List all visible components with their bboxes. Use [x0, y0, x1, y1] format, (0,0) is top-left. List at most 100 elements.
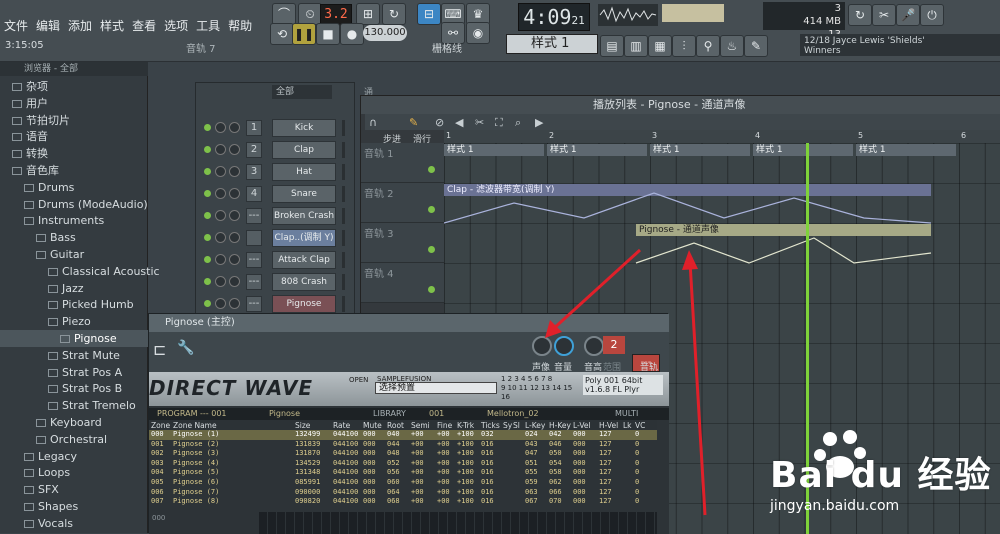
news-panel[interactable]: 12/18 Jayce Lewis 'Shields' Winners — [800, 34, 1000, 56]
column-header[interactable]: Root — [387, 421, 404, 430]
browser-item[interactable]: Drums — [0, 179, 148, 196]
channel-volume-knob[interactable] — [229, 254, 240, 265]
column-header[interactable]: Sl — [513, 421, 520, 430]
magnet-icon[interactable]: ∩ — [369, 116, 377, 129]
column-header[interactable]: Ticks — [481, 421, 500, 430]
channel-select-bar[interactable] — [342, 296, 345, 312]
pattern-selector[interactable]: 样式 1 — [506, 34, 598, 54]
channel-mixer-track[interactable]: 3 — [246, 164, 262, 180]
snap-icon[interactable]: ⊟ — [417, 3, 441, 25]
channel-select-bar[interactable] — [342, 274, 345, 290]
power-icon[interactable]: ⏻ — [920, 4, 944, 26]
browser-item[interactable]: 节拍切片 — [0, 112, 148, 129]
browser-item[interactable]: Strat Tremelo — [0, 397, 148, 414]
zone-row[interactable]: 006 Pignose (7) 090000 044100 000 064 +00 +00 +1… — [149, 488, 657, 498]
track-header[interactable]: 音轨 1 — [361, 143, 444, 183]
channel-pan-knob[interactable] — [215, 298, 226, 309]
channel-mixer-track[interactable]: --- — [246, 208, 262, 224]
zone-row[interactable]: 004 Pignose (5) 131348 044100 000 056 +00 +00 +1… — [149, 468, 657, 478]
menu-help[interactable]: 帮助 — [224, 16, 256, 36]
browser-item[interactable]: Pignose — [0, 330, 148, 347]
menu-options[interactable]: 选项 — [160, 16, 192, 36]
channel-select-bar[interactable] — [342, 230, 345, 246]
track-led[interactable] — [428, 206, 435, 213]
browser-item[interactable]: Guitar — [0, 246, 148, 263]
column-header[interactable]: Fine — [437, 421, 452, 430]
channel-volume-knob[interactable] — [229, 210, 240, 221]
metronome-icon[interactable]: ⌒ — [272, 3, 296, 25]
browser-item[interactable]: 用户 — [0, 95, 148, 112]
column-header[interactable]: L-Key — [525, 421, 545, 430]
erase-icon[interactable]: ⊘ — [435, 116, 444, 129]
channel-volume-knob[interactable] — [229, 298, 240, 309]
track-header[interactable]: 音轨 4 — [361, 263, 444, 303]
column-header[interactable]: Zone Name — [173, 421, 217, 430]
mute-icon[interactable]: ◀ — [455, 116, 463, 129]
track-header[interactable]: 音轨 3 — [361, 223, 444, 263]
wrench-icon[interactable]: 🔧 — [177, 340, 194, 356]
pencil-icon[interactable]: ✎ — [409, 116, 418, 129]
browser-item[interactable]: Vocals — [0, 515, 148, 532]
refresh-icon[interactable]: ↻ — [848, 4, 872, 26]
channel-led[interactable] — [204, 146, 211, 153]
channel-name-button[interactable]: Attack Clap 10 — [272, 251, 336, 269]
channel-name-button[interactable]: Broken Crash — [272, 207, 336, 225]
column-header[interactable]: H-Vel — [599, 421, 618, 430]
channel-mixer-track[interactable]: 1 — [246, 120, 262, 136]
stop-button[interactable]: ■ — [316, 23, 340, 45]
channel-row[interactable]: 4 Snare — [200, 183, 350, 205]
keyboard-strip[interactable] — [259, 512, 657, 534]
camera-icon[interactable]: ◉ — [466, 22, 490, 44]
zone-row[interactable]: 002 Pignose (3) 131870 044100 000 048 +00 +00 +1… — [149, 449, 657, 459]
column-header[interactable]: Size — [295, 421, 310, 430]
slice-icon[interactable]: ✂ — [475, 116, 484, 129]
column-header[interactable]: K-Trk — [457, 421, 474, 430]
mic-icon[interactable]: 🎤 — [896, 4, 920, 26]
channel-rack-icon[interactable]: ▦ — [648, 35, 672, 57]
tools-icon[interactable]: ✂ — [872, 4, 896, 26]
steps-box[interactable]: 2 — [603, 336, 625, 354]
channel-name-button[interactable]: 808 Crash — [272, 273, 336, 291]
browser-icon[interactable]: ♨ — [720, 35, 744, 57]
channel-select-bar[interactable] — [342, 164, 345, 180]
zoom-icon[interactable]: ⌕ — [515, 116, 521, 130]
piano-roll-icon[interactable]: ▥ — [624, 35, 648, 57]
channel-pan-knob[interactable] — [215, 122, 226, 133]
channel-name-button[interactable]: Kick — [272, 119, 336, 137]
menu-tools[interactable]: 工具 — [192, 16, 224, 36]
channel-row[interactable]: --- Pignose — [200, 293, 350, 315]
browser-item[interactable]: 语音 — [0, 128, 148, 145]
channel-pan-knob[interactable] — [215, 232, 226, 243]
channel-pan-knob[interactable] — [215, 144, 226, 155]
channel-pan-knob[interactable] — [215, 210, 226, 221]
track-led[interactable] — [428, 246, 435, 253]
channel-led[interactable] — [204, 212, 211, 219]
browser-item[interactable]: Piezo — [0, 313, 148, 330]
channel-volume-knob[interactable] — [229, 276, 240, 287]
wait-icon[interactable]: ⏲ — [298, 3, 322, 25]
column-header[interactable]: Zone — [151, 421, 170, 430]
channel-name-button[interactable]: Pignose — [272, 295, 336, 313]
channel-mixer-track[interactable] — [246, 230, 262, 246]
menu-file[interactable]: 文件 — [0, 16, 32, 36]
channel-volume-knob[interactable] — [229, 144, 240, 155]
browser-item[interactable]: Orchestral — [0, 431, 148, 448]
channel-led[interactable] — [204, 256, 211, 263]
channel-select-bar[interactable] — [342, 120, 345, 136]
channel-row[interactable]: --- Attack Clap 10 — [200, 249, 350, 271]
column-header[interactable]: Lk — [623, 421, 632, 430]
browser-item[interactable]: Bass — [0, 229, 148, 246]
timeline[interactable]: 1 2 3 4 5 6 — [444, 130, 1000, 143]
track-header[interactable]: 音轨 2 — [361, 183, 444, 223]
channel-led[interactable] — [204, 124, 211, 131]
playlist-icon[interactable]: ▤ — [600, 35, 624, 57]
browser-item[interactable]: Classical Acoustic — [0, 263, 160, 280]
browser-item[interactable]: Strat Pos B — [0, 380, 148, 397]
channel-select-bar[interactable] — [342, 252, 345, 268]
channel-led[interactable] — [204, 168, 211, 175]
channel-led[interactable] — [204, 190, 211, 197]
channel-row[interactable]: --- Broken Crash — [200, 205, 350, 227]
column-header[interactable]: Semi — [411, 421, 430, 430]
browser-item[interactable]: 转换 — [0, 145, 148, 162]
zone-row[interactable]: 001 Pignose (2) 131839 044100 000 044 +00 +00 +1… — [149, 440, 657, 450]
